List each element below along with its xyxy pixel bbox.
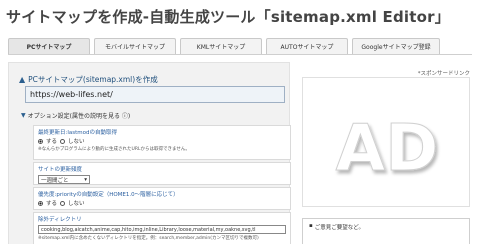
options-heading-text: オプション設定(属性の説明を見る ⓘ) xyxy=(27,113,131,120)
ad-text: AD xyxy=(336,112,439,186)
exclude-title: 除外ディレクトリ xyxy=(38,217,82,223)
priority-yes-label: する xyxy=(46,201,58,207)
priority-option: 優先度:priorityの自動設定（HOME1.0〜階層に応じて） する しない xyxy=(33,187,291,210)
lastmod-no-radio[interactable] xyxy=(60,138,66,144)
tab-divider xyxy=(8,54,472,55)
lastmod-title: 最終更新日:lastmodの自動取得 xyxy=(38,130,117,136)
priority-no-label: しない xyxy=(68,201,85,207)
feedback-box: ▪ ご意見ご要望など。 xyxy=(302,218,470,244)
tab-kml-sitemap[interactable]: KMLサイトマップ xyxy=(180,38,262,54)
tab-mobile-sitemap[interactable]: モバイルサイトマップ xyxy=(94,38,176,54)
ad-placeholder[interactable]: AD xyxy=(302,77,470,207)
lastmod-no-label: しない xyxy=(68,139,85,145)
exclude-option: 除外ディレクトリ cooking,blog,aicatch,anime,cap,… xyxy=(33,212,291,244)
priority-no-radio[interactable] xyxy=(60,200,66,206)
feedback-title: ご意見ご要望など。 xyxy=(314,225,364,231)
changefreq-select[interactable]: 一週間ごと ▾ xyxy=(38,175,90,184)
bullet-icon: ▪ xyxy=(309,223,313,229)
page-title: サイトマップを作成-自動生成ツール「sitemap.xml Editor」 xyxy=(6,8,450,26)
tab-google-sitemap-register[interactable]: Googleサイトマップ登録 xyxy=(352,38,440,54)
options-heading[interactable]: ▼ オプション設定(属性の説明を見る ⓘ) xyxy=(21,111,130,120)
chevron-down-icon: ▼ xyxy=(21,112,26,119)
sponsor-label: *スポンサードリンク xyxy=(417,71,470,77)
priority-yes-radio[interactable] xyxy=(38,200,43,206)
changefreq-selected-value: 一週間ごと xyxy=(41,177,69,184)
lastmod-option: 最終更新日:lastmodの自動取得 する しない ※なんらかプログラムにより動… xyxy=(33,125,291,160)
feedback-heading: ▪ ご意見ご要望など。 xyxy=(309,223,469,231)
up-arrow-icon: ▲ xyxy=(19,75,26,84)
sitemap-form-panel: ▲ PCサイトマップ(sitemap.xml)を作成 ▼ オプション設定(属性の… xyxy=(8,62,291,244)
chevron-down-icon: ▾ xyxy=(84,176,87,183)
exclude-note: ※sitemap.xml内に含めたくないディレクトリを指定。例：search,m… xyxy=(38,236,259,241)
exclude-directories-input[interactable]: cooking,blog,aicatch,anime,cap,hito,img,… xyxy=(38,225,286,234)
changefreq-option: サイトの更新頻度 一週間ごと ▾ xyxy=(33,162,291,185)
priority-title: 優先度:priorityの自動設定（HOME1.0〜階層に応じて） xyxy=(38,192,179,198)
lastmod-yes-label: する xyxy=(46,139,58,145)
ad-graphic: AD xyxy=(335,112,439,187)
lastmod-yes-radio[interactable] xyxy=(38,138,43,144)
panel-title-text: PCサイトマップ(sitemap.xml)を作成 xyxy=(28,75,158,84)
priority-radio-group: する しない xyxy=(38,199,290,207)
lastmod-note: ※なんらかプログラムにより動的に生成されたURLからは取得できません。 xyxy=(38,147,190,152)
lastmod-radio-group: する しない xyxy=(38,137,290,145)
tab-auto-sitemap[interactable]: AUTOサイトマップ xyxy=(266,38,348,54)
url-input[interactable] xyxy=(25,86,285,103)
changefreq-title: サイトの更新頻度 xyxy=(38,167,83,173)
tab-strip: PCサイトマップ モバイルサイトマップ KMLサイトマップ AUTOサイトマップ… xyxy=(8,38,472,54)
tab-pc-sitemap[interactable]: PCサイトマップ xyxy=(8,38,90,54)
panel-heading: ▲ PCサイトマップ(sitemap.xml)を作成 xyxy=(19,74,158,85)
